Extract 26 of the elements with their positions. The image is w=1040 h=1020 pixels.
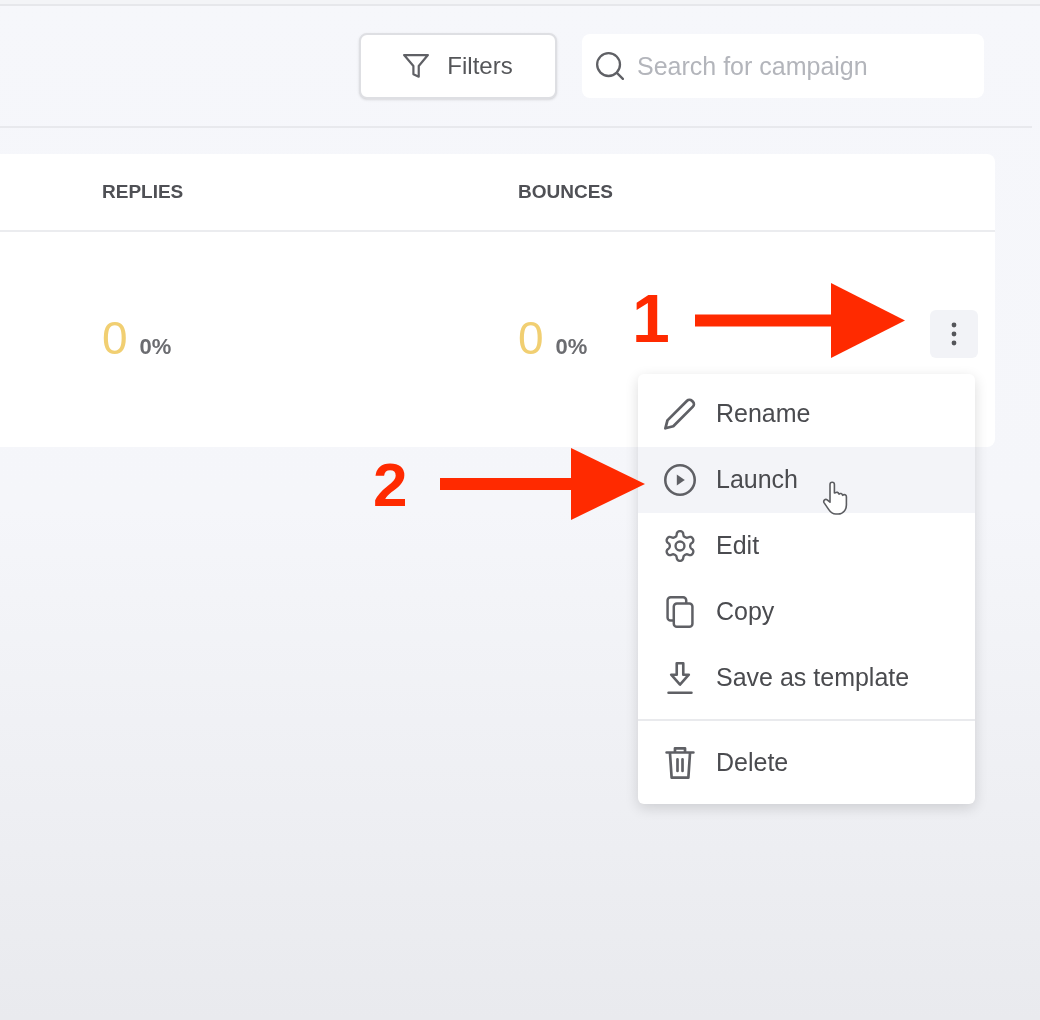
pencil-icon xyxy=(664,398,696,430)
copy-icon xyxy=(664,596,696,628)
kebab-icon xyxy=(951,322,957,346)
count-value: 0 xyxy=(102,314,128,361)
count-value: 0 xyxy=(518,314,544,361)
menu-item[interactable]: Edit xyxy=(638,513,975,579)
menu-item[interactable]: Delete xyxy=(638,730,975,796)
step-number: 2 xyxy=(373,454,408,516)
play-circle-icon xyxy=(664,464,696,496)
menu-item[interactable]: Rename xyxy=(638,381,975,447)
percent-value: 0% xyxy=(139,332,172,361)
search-icon xyxy=(596,52,624,80)
filters-button[interactable]: Filters xyxy=(359,33,557,99)
more-options-button[interactable] xyxy=(930,310,978,358)
step-number: 1 xyxy=(632,284,670,352)
column-header: BOUNCES xyxy=(518,180,613,202)
download-icon xyxy=(664,662,696,694)
search-field[interactable]: Search for campaign xyxy=(582,34,984,98)
funnel-icon xyxy=(403,52,430,80)
trash-icon xyxy=(664,747,696,779)
menu-item[interactable]: Save as template xyxy=(638,645,975,711)
menu-item[interactable]: Copy xyxy=(638,579,975,645)
gear-icon xyxy=(664,530,696,562)
menu-item[interactable]: Launch xyxy=(638,447,975,513)
column-header: REPLIES xyxy=(102,180,184,202)
percent-value: 0% xyxy=(555,332,588,361)
